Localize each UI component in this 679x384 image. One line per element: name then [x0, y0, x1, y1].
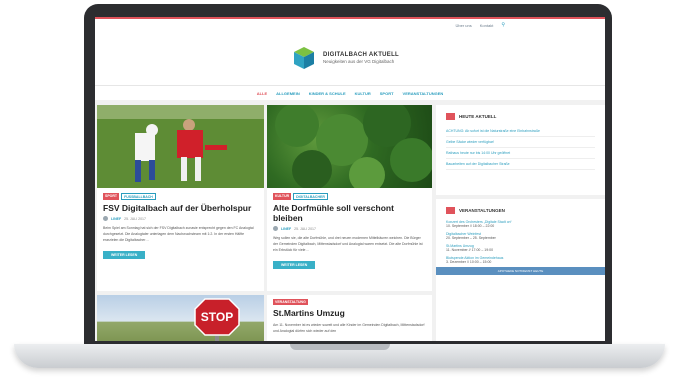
category-tag-veranstaltung[interactable]: VERANSTALTUNG: [273, 299, 308, 305]
article-card[interactable]: STOP: [97, 295, 264, 341]
event-date: 11. November // 17:00 – 19:00: [446, 248, 494, 252]
sidebar-heute-aktuell: HEUTE AKTUELL ACHTUNG: Ab sofort ist die…: [436, 105, 605, 195]
event-date: 3. Dezember // 10:00 – 15:00: [446, 260, 492, 264]
laptop-notch: [290, 344, 390, 350]
article-title[interactable]: FSV Digitalbach auf der Überholspur: [103, 203, 258, 213]
category-tag[interactable]: DIGITALBACHER: [293, 193, 328, 200]
site-header: DIGITALBACH AKTUELL Neuigkeiten aus der …: [95, 31, 605, 85]
category-tag-sport[interactable]: SPORT: [103, 193, 120, 200]
category-tag[interactable]: FUSSBALLBACH: [121, 193, 156, 200]
main-nav: ALLE ALLGEMEIN KINDER & SCHULE KULTUR SP…: [95, 85, 605, 100]
article-date: 25. JULI 2017: [294, 226, 316, 231]
news-item[interactable]: Bauarbeiten auf der Digitalbacher Straße: [446, 159, 595, 170]
notdienst-banner[interactable]: APOTHEKE NOTDIENST HEUTE: [436, 267, 605, 275]
avatar: [103, 216, 108, 221]
news-item[interactable]: Gelbe Säcke wieder verfügbar!: [446, 137, 595, 148]
news-item[interactable]: ACHTUNG: Ab sofort ist die Naturstraße e…: [446, 126, 595, 137]
sidebar-title: HEUTE AKTUELL: [459, 114, 497, 119]
calendar-icon: [446, 207, 455, 214]
article-excerpt: Weg sollen sie, die alte Dorfmühle, und …: [273, 236, 423, 252]
brand-subtitle: Neuigkeiten aus der VG Digitalbach: [323, 59, 395, 64]
logo-cube-icon[interactable]: [293, 46, 315, 70]
brand-title[interactable]: DIGITALBACH AKTUELL: [323, 52, 399, 58]
nav-item-veranstaltungen[interactable]: VERANSTALTUNGEN: [403, 91, 444, 96]
nav-item-sport[interactable]: SPORT: [380, 91, 394, 96]
article-card[interactable]: VERANSTALTUNG St.Martins Umzug Am 11. No…: [267, 295, 432, 341]
nav-item-allgemein[interactable]: ALLGEMEIN: [276, 91, 300, 96]
article-image-stop-sign[interactable]: STOP: [97, 295, 264, 341]
avatar: [273, 226, 278, 231]
article-date: 25. JULI 2017: [124, 216, 146, 221]
nav-item-kinder-schule[interactable]: KINDER & SCHULE: [309, 91, 346, 96]
article-excerpt: Beim Spiel am Sonntag hat sich der FSV D…: [103, 226, 254, 242]
stop-sign-text: STOP: [201, 310, 233, 324]
nav-item-alle[interactable]: ALLE: [257, 91, 267, 96]
news-icon: [446, 113, 455, 120]
read-more-button[interactable]: WEITER LESEN: [103, 251, 146, 259]
event-date: 10. September // 18:00 – 22:00: [446, 224, 495, 228]
author-name[interactable]: LINEF: [281, 227, 291, 231]
article-image-soccer[interactable]: [97, 105, 264, 188]
read-more-button[interactable]: WEITER LESEN: [273, 261, 316, 269]
event-date: 20. September – 25. September: [446, 236, 496, 240]
author-name[interactable]: LINEF: [111, 217, 121, 221]
link-about[interactable]: Über uns: [456, 23, 472, 28]
article-image-forest[interactable]: [267, 105, 432, 188]
search-icon[interactable]: ⚲: [501, 22, 505, 28]
news-item[interactable]: Rathaus heute nur bis 14:00 Uhr geöffnet: [446, 148, 595, 159]
article-card[interactable]: KULTUR DIGITALBACHER Alte Dorfmühle soll…: [267, 105, 432, 291]
article-card[interactable]: SPORT FUSSBALLBACH FSV Digitalbach auf d…: [97, 105, 264, 291]
sidebar-title: VERANSTALTUNGEN: [459, 208, 505, 213]
article-title[interactable]: Alte Dorfmühle soll verschont bleiben: [273, 203, 426, 223]
link-contact[interactable]: Kontakt: [480, 23, 494, 28]
category-tag-kultur[interactable]: KULTUR: [273, 193, 292, 200]
article-excerpt: Am 11. November ist es wieder soweit und…: [273, 323, 425, 333]
nav-item-kultur[interactable]: KULTUR: [355, 91, 371, 96]
website-screen: Über uns Kontakt ⚲ DIGITALBACH AKTUELL N…: [95, 17, 605, 341]
article-title[interactable]: St.Martins Umzug: [273, 308, 426, 318]
top-links: Über uns Kontakt ⚲: [95, 19, 605, 31]
